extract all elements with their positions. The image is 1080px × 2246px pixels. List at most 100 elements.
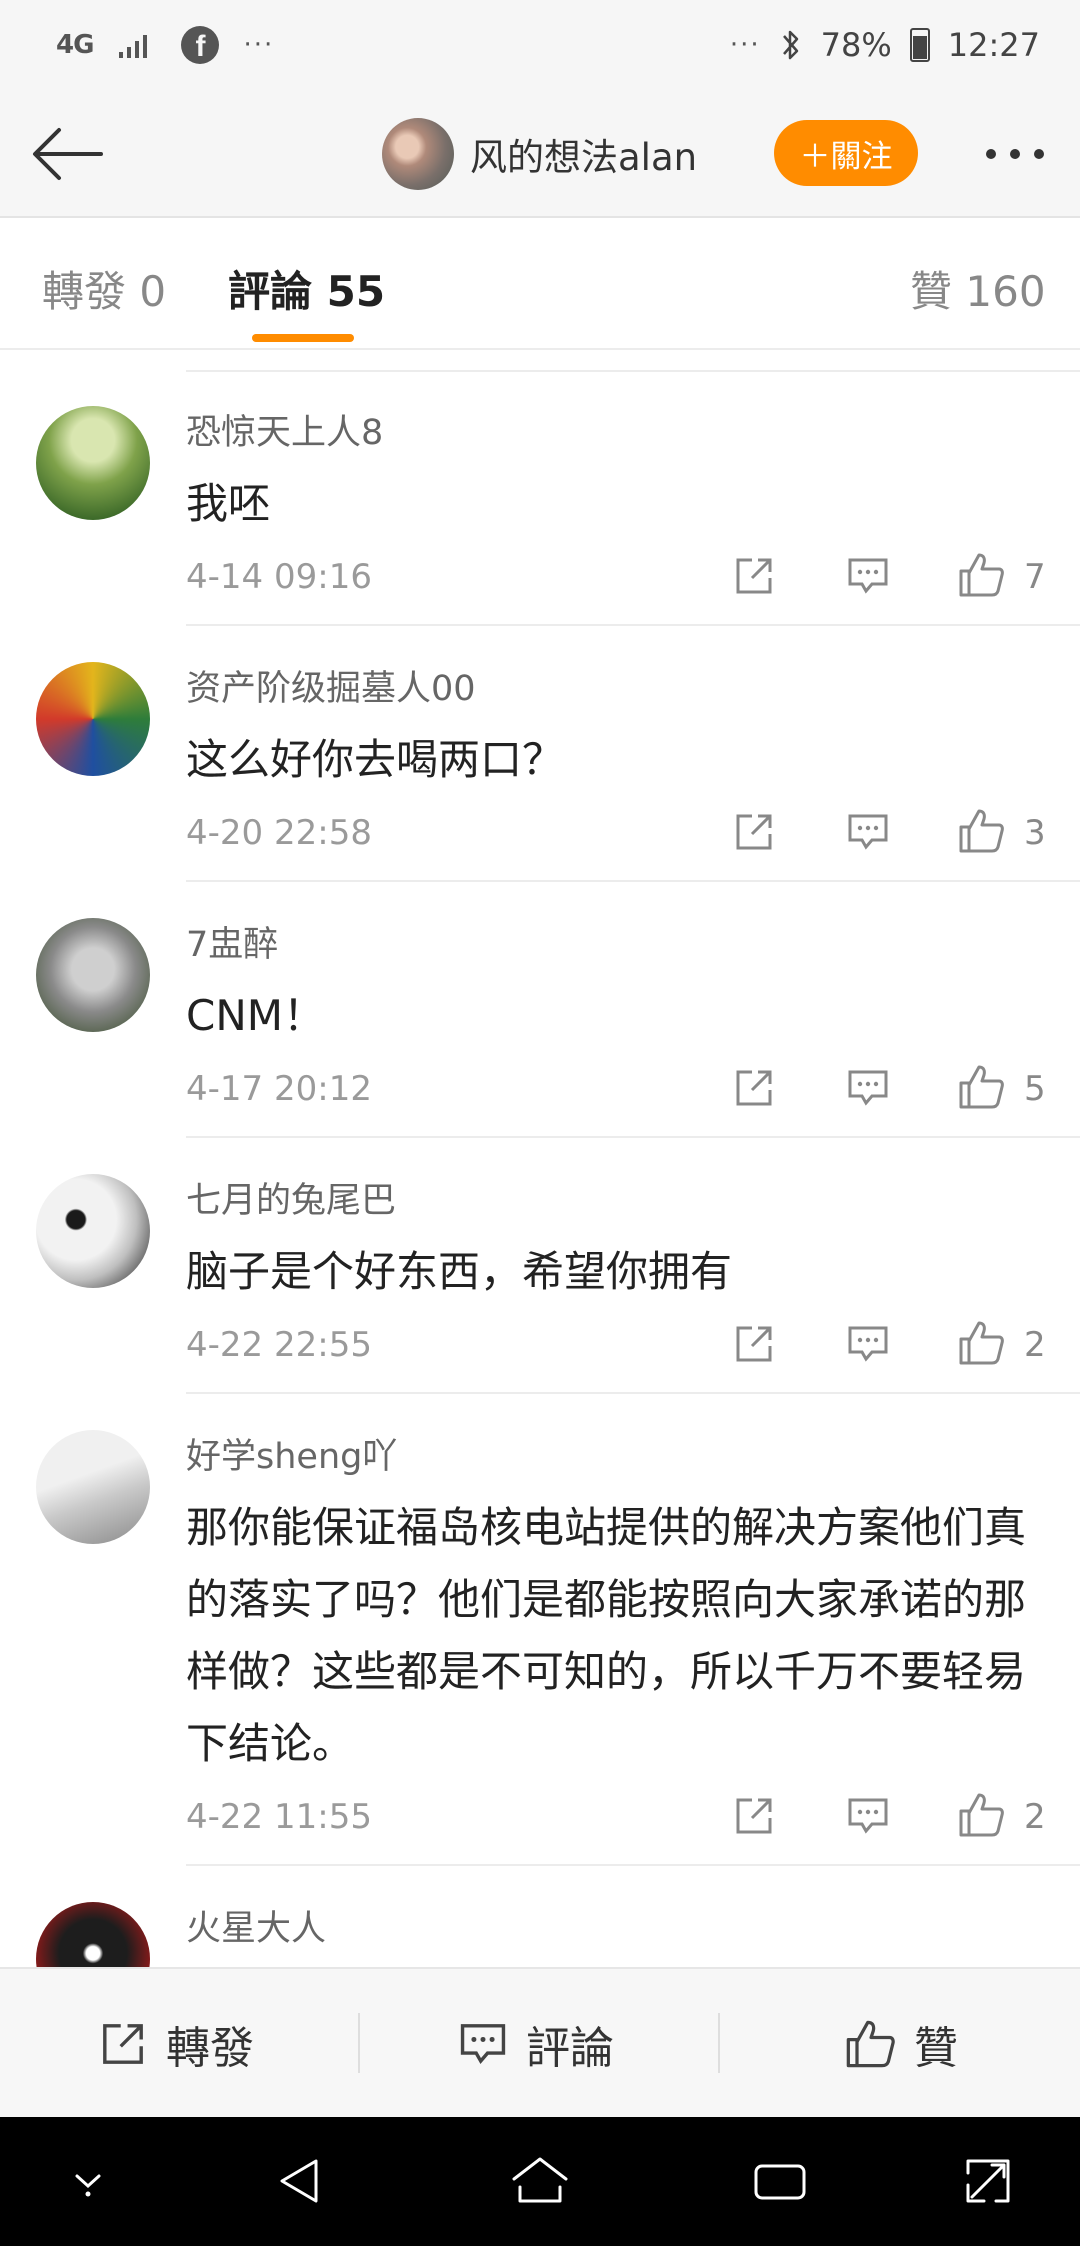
- expand-icon: [966, 2159, 1010, 2203]
- nav-fullscreen-button[interactable]: [946, 2139, 1030, 2223]
- commenter-name[interactable]: 火星大人: [186, 1900, 326, 1951]
- commenter-name[interactable]: 资产阶级掘墓人00: [186, 660, 476, 711]
- commenter-avatar[interactable]: [36, 406, 150, 520]
- thumbs-up-icon: [846, 2020, 895, 2068]
- recents-icon: [754, 2164, 806, 2200]
- comment-item: 7盅醉 CNM！ 4-17 20:12 5: [0, 882, 1080, 1138]
- like-button[interactable]: [956, 1062, 1006, 1112]
- like-button[interactable]: [956, 550, 1006, 600]
- commenter-avatar[interactable]: [36, 918, 150, 1032]
- commenter-avatar[interactable]: [36, 1430, 150, 1544]
- divider: [718, 2013, 720, 2073]
- like-count: 5: [1024, 1069, 1046, 1109]
- more-dot-icon: [986, 149, 996, 159]
- comment-icon: [460, 2024, 506, 2064]
- back-button[interactable]: [24, 114, 110, 194]
- tab-active-indicator: [252, 334, 354, 342]
- repost-comment-button[interactable]: [730, 808, 778, 856]
- divider: [358, 2013, 360, 2073]
- back-arrow-icon: [33, 128, 103, 180]
- commenter-avatar[interactable]: [36, 1174, 150, 1288]
- share-icon: [736, 1070, 772, 1106]
- comment-text: 这么好你去喝两口？: [186, 735, 565, 784]
- comment-time: 4-14 09:16: [186, 557, 372, 597]
- nav-home-button[interactable]: [498, 2139, 582, 2223]
- reply-button[interactable]: [844, 552, 892, 600]
- tab-likes-label: 贊: [910, 267, 953, 316]
- author-info[interactable]: 风的想法alan: [382, 116, 697, 192]
- more-dot-icon: [1034, 149, 1044, 159]
- battery-icon: [909, 28, 930, 62]
- more-dot-icon: [1010, 149, 1020, 159]
- like-count: 2: [1024, 1797, 1046, 1837]
- repost-comment-button[interactable]: [730, 552, 778, 600]
- system-nav-bar: [0, 2117, 1080, 2246]
- tab-likes-count: 160: [965, 267, 1046, 316]
- comment-time: 4-22 22:55: [186, 1325, 372, 1365]
- follow-button[interactable]: ＋關注: [774, 120, 918, 186]
- tab-repost[interactable]: 轉發 0: [42, 258, 166, 319]
- repost-comment-button[interactable]: [730, 1320, 778, 1368]
- like-post-button[interactable]: 贊: [844, 1969, 958, 2119]
- nav-hide-button[interactable]: [46, 2139, 130, 2223]
- commenter-name[interactable]: 7盅醉: [186, 916, 278, 967]
- thumbs-up-icon: [959, 1065, 1004, 1109]
- comment-text: 我呸: [186, 479, 271, 528]
- repost-label: 轉發: [166, 2023, 254, 2074]
- comment-item: 火星大人: [0, 1866, 1080, 1967]
- nav-recents-button[interactable]: [738, 2139, 822, 2223]
- comment-icon: [848, 814, 888, 850]
- like-button[interactable]: [956, 1318, 1006, 1368]
- like-count: 7: [1024, 557, 1046, 597]
- repost-comment-button[interactable]: [730, 1064, 778, 1112]
- commenter-name[interactable]: 七月的兔尾巴: [186, 1172, 396, 1223]
- comment-icon: [848, 1326, 888, 1362]
- like-button[interactable]: [956, 806, 1006, 856]
- reply-button[interactable]: [844, 1064, 892, 1112]
- reply-button[interactable]: [844, 1792, 892, 1840]
- more-status-icon: ···: [729, 30, 761, 60]
- bottom-action-bar: 轉發 評論 贊: [0, 1967, 1080, 2117]
- reply-button[interactable]: [844, 808, 892, 856]
- author-avatar[interactable]: [382, 118, 454, 190]
- comment-list[interactable]: 恐惊天上人8 我呸 4-14 09:16 7 资产阶级掘墓人00 这么好你去喝两…: [0, 370, 1080, 1967]
- like-label: 贊: [914, 2023, 958, 2074]
- comment-icon: [848, 1798, 888, 1834]
- commenter-name[interactable]: 恐惊天上人8: [186, 404, 383, 455]
- reply-button[interactable]: [844, 1320, 892, 1368]
- tab-repost-count: 0: [139, 267, 167, 316]
- repost-comment-button[interactable]: [730, 1792, 778, 1840]
- comment-time: 4-22 11:55: [186, 1797, 372, 1837]
- facebook-icon: f: [181, 26, 220, 64]
- nav-back-button[interactable]: [258, 2139, 342, 2223]
- comment-time: 4-17 20:12: [186, 1069, 372, 1109]
- more-options-button[interactable]: [970, 124, 1060, 184]
- bluetooth-icon: [782, 30, 798, 60]
- home-icon: [512, 2157, 568, 2203]
- commenter-avatar[interactable]: [36, 662, 150, 776]
- commenter-name[interactable]: 好学sheng吖: [186, 1428, 397, 1479]
- comment-text: CNM！: [186, 991, 325, 1040]
- share-icon: [736, 558, 772, 594]
- tab-repost-label: 轉發: [42, 267, 127, 316]
- tab-bar: 轉發 0 評論 55 贊 160: [0, 220, 1080, 350]
- share-icon: [736, 1326, 772, 1362]
- tab-likes[interactable]: 贊 160: [910, 258, 1046, 319]
- status-bar: 4G f ··· ··· 78% 12:27: [0, 0, 1080, 90]
- like-button[interactable]: [956, 1790, 1006, 1840]
- repost-button[interactable]: 轉發: [98, 1969, 254, 2119]
- author-name[interactable]: 风的想法alan: [470, 127, 697, 181]
- battery-percent: 78%: [820, 26, 892, 64]
- signal-icon: [119, 35, 148, 58]
- comment-button[interactable]: 評論: [458, 1969, 614, 2119]
- thumbs-up-icon: [959, 809, 1004, 853]
- comment-text: 脑子是个好东西，希望你拥有: [186, 1247, 733, 1296]
- commenter-avatar[interactable]: [36, 1902, 150, 1967]
- tab-comments[interactable]: 評論 55: [228, 258, 385, 319]
- comment-icon: [848, 558, 888, 594]
- share-icon: [103, 2024, 143, 2064]
- comment-label: 評論: [526, 2023, 614, 2074]
- like-count: 2: [1024, 1325, 1046, 1365]
- comment-item: 好学sheng吖 那你能保证福岛核电站提供的解决方案他们真的落实了吗？他们是都能…: [0, 1394, 1080, 1866]
- tab-comments-label: 評論: [228, 267, 313, 316]
